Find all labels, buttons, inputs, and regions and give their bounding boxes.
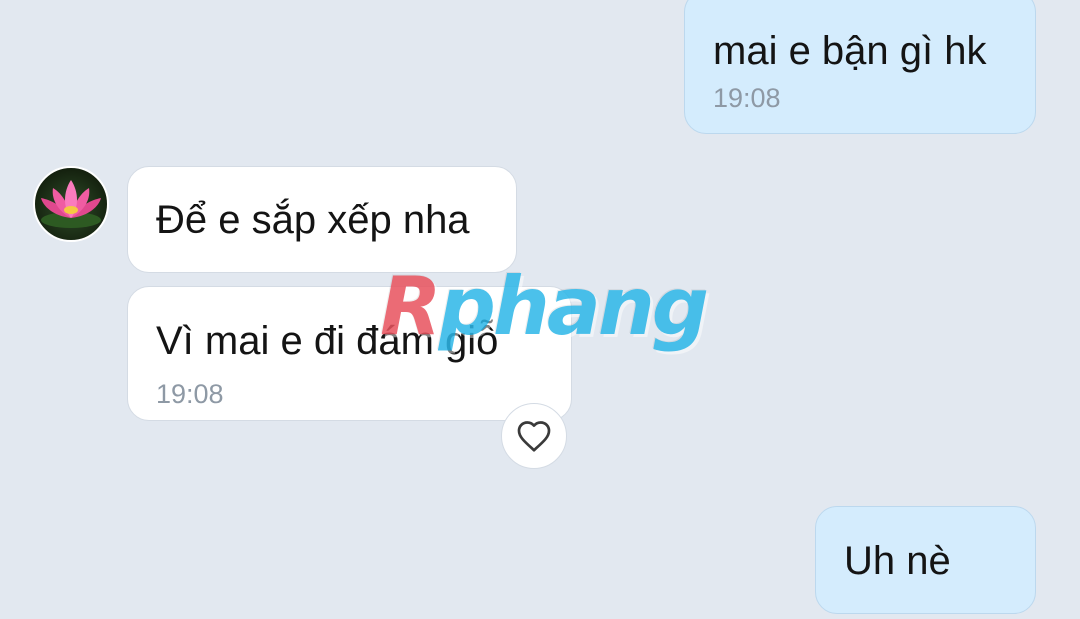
message-text: Vì mai e đi đám giỗ [156,319,499,363]
message-text: mai e bận gì hk [713,29,987,73]
sent-message-bubble[interactable]: mai e bận gì hk 19:08 [684,0,1036,134]
message-text: Uh nè [844,539,951,583]
sent-message-bubble[interactable]: Uh nè [815,506,1036,614]
avatar[interactable] [33,166,109,242]
lotus-flower-icon [41,180,101,228]
message-timestamp: 19:08 [156,379,224,409]
received-message-bubble[interactable]: Để e sắp xếp nha [127,166,517,273]
message-timestamp: 19:08 [713,83,781,113]
react-button[interactable] [501,403,567,469]
heart-outline-icon [517,421,551,452]
message-text: Để e sắp xếp nha [156,198,470,242]
received-message-bubble[interactable]: Vì mai e đi đám giỗ 19:08 [127,286,572,421]
